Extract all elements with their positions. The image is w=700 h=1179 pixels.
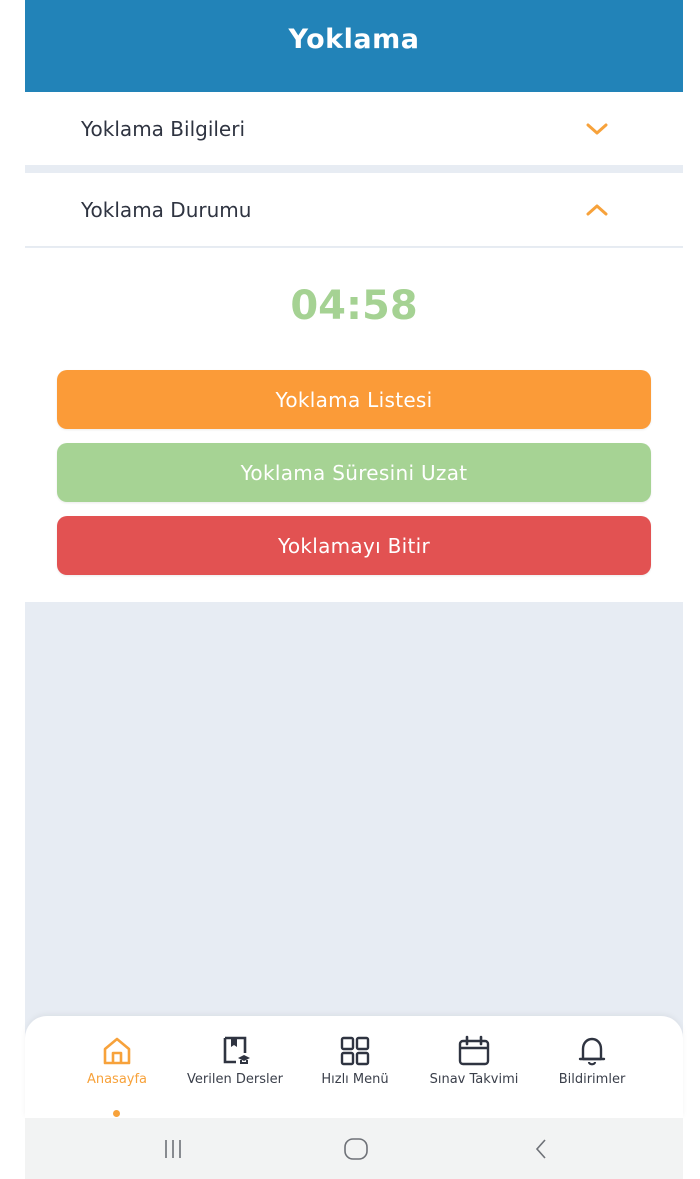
- extend-duration-button[interactable]: Yoklama Süresini Uzat: [57, 443, 651, 502]
- nav-item-verilen-dersler[interactable]: Verilen Dersler: [175, 1034, 295, 1087]
- calendar-icon: [458, 1035, 490, 1066]
- nav-item-sinav-takvimi[interactable]: Sınav Takvimi: [414, 1034, 534, 1087]
- attendance-list-button[interactable]: Yoklama Listesi: [57, 370, 651, 429]
- header-bar: Yoklama: [25, 0, 683, 92]
- home-icon: [103, 1037, 131, 1065]
- nav-item-anasayfa[interactable]: Anasayfa: [57, 1034, 177, 1117]
- nav-label: Sınav Takvimi: [429, 1072, 519, 1087]
- countdown-timer: 04:58: [290, 283, 418, 329]
- nav-label: Hızlı Menü: [321, 1072, 389, 1087]
- back-icon: [535, 1139, 546, 1159]
- grid-icon: [340, 1036, 370, 1066]
- nav-label: Bildirimler: [558, 1072, 626, 1087]
- courses-icon: [223, 1036, 250, 1064]
- chevron-up-icon: [586, 204, 608, 215]
- nav-label: Verilen Dersler: [187, 1072, 283, 1087]
- home-system-button[interactable]: [336, 1134, 376, 1164]
- system-navigation-bar: [25, 1118, 683, 1179]
- home-circle-icon: [344, 1138, 368, 1160]
- chevron-down-icon: [586, 123, 608, 134]
- recent-apps-button[interactable]: [153, 1134, 193, 1164]
- page-title: Yoklama: [288, 23, 420, 55]
- active-indicator: [113, 1110, 120, 1117]
- accordion-label: Yoklama Bilgileri: [81, 116, 246, 141]
- back-system-button[interactable]: [521, 1134, 561, 1164]
- accordion-yoklama-durumu[interactable]: Yoklama Durumu: [25, 173, 683, 247]
- accordion-yoklama-bilgileri[interactable]: Yoklama Bilgileri: [25, 92, 683, 165]
- app-screen: Yoklama Yoklama Bilgileri Yoklama Durumu…: [25, 0, 683, 1179]
- end-attendance-button[interactable]: Yoklamayı Bitir: [57, 516, 651, 575]
- nav-label: Anasayfa: [86, 1072, 148, 1087]
- nav-item-bildirimler[interactable]: Bildirimler: [532, 1034, 652, 1087]
- nav-item-hizli-menu[interactable]: Hızlı Menü: [295, 1034, 415, 1087]
- bell-icon: [578, 1037, 606, 1066]
- accordion-label: Yoklama Durumu: [81, 197, 252, 222]
- bottom-navigation: Anasayfa Verilen Dersler Hızlı Menü Sına…: [25, 1016, 683, 1118]
- recent-apps-icon: [165, 1140, 181, 1158]
